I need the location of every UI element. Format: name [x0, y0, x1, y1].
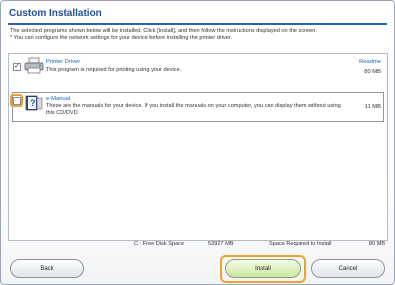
item-name[interactable]: e-Manual: [46, 96, 70, 102]
title-divider: [8, 23, 387, 25]
readme-link[interactable]: Readme: [359, 59, 381, 65]
e-manual-checkbox[interactable]: [13, 97, 21, 105]
required-space-label: Space Required to Install: [269, 241, 332, 247]
install-button[interactable]: Install: [225, 259, 301, 278]
item-size: 11 MB: [364, 104, 381, 110]
list-item-printer-driver: ✓ Printer Driver This program is require…: [9, 54, 387, 82]
printer-icon: [24, 57, 44, 75]
cancel-button[interactable]: Cancel: [311, 259, 385, 278]
item-name[interactable]: Printer Driver: [46, 59, 80, 65]
instructions: The selected programs shown below will b…: [10, 28, 390, 43]
printer-driver-checkbox[interactable]: ✓: [13, 63, 21, 71]
svg-text:?: ?: [30, 98, 36, 108]
custom-installation-dialog: Custom Installation The selected program…: [0, 0, 395, 285]
dialog-title: Custom Installation: [9, 8, 102, 19]
item-description: This program is required for printing us…: [46, 67, 182, 73]
disk-space-label: C : Free Disk Space: [134, 241, 185, 247]
manual-icon: ?: [24, 94, 44, 112]
instruction-line: * You can configure the network settings…: [10, 35, 233, 42]
required-space-value: 80 MB: [369, 241, 386, 247]
disk-space-value: 53927 MB: [208, 241, 234, 247]
instruction-line: The selected programs shown below will b…: [10, 28, 317, 34]
item-description: These are the manuals for your device. I…: [46, 103, 341, 117]
program-list: ✓ Printer Driver This program is require…: [8, 53, 388, 241]
item-size: 80 MB: [364, 69, 381, 75]
back-button[interactable]: Back: [10, 259, 84, 278]
